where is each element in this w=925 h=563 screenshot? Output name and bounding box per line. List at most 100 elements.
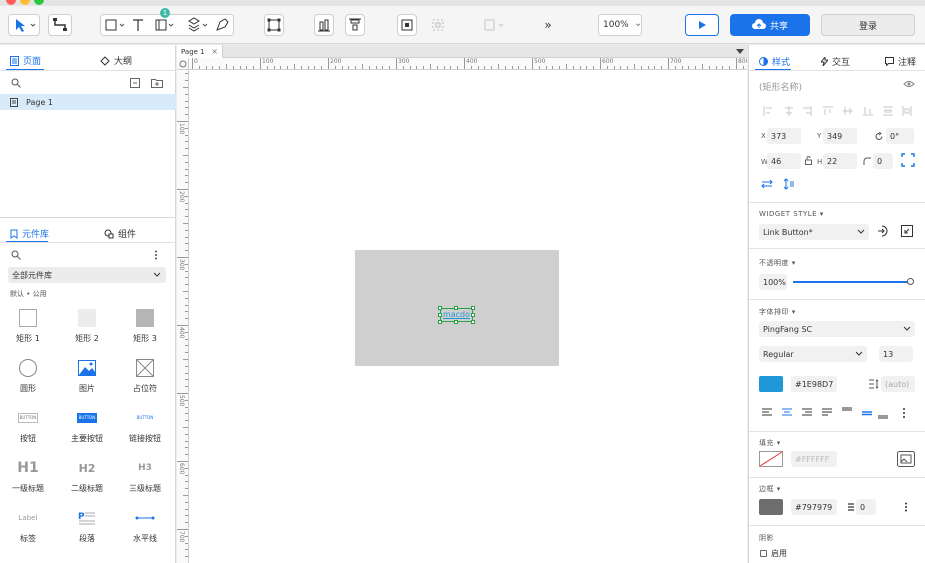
resize-handle[interactable] xyxy=(438,320,442,324)
widget-heading-3[interactable]: H3 三级标题 xyxy=(121,457,169,494)
close-window-icon[interactable] xyxy=(6,0,16,5)
fit-content-icon[interactable] xyxy=(901,153,915,167)
fill-image-icon[interactable] xyxy=(897,451,915,467)
points-tool-button[interactable] xyxy=(264,14,284,36)
corner-radius-input[interactable]: 0 xyxy=(873,153,893,169)
select-tool-button[interactable] xyxy=(8,14,40,36)
resize-handle[interactable] xyxy=(454,320,458,324)
tab-outline[interactable]: 大纲 xyxy=(100,54,132,67)
opacity-slider-thumb[interactable] xyxy=(907,278,914,285)
insert-tools-icons[interactable] xyxy=(101,15,235,35)
selected-link-button[interactable]: macdo xyxy=(438,306,475,324)
add-page-icon[interactable] xyxy=(130,78,140,88)
tab-style[interactable]: 样式 xyxy=(759,55,790,68)
zoom-select[interactable]: 100% xyxy=(598,14,642,36)
widget-paragraph[interactable]: P 段落 xyxy=(63,507,111,544)
text-color-input[interactable]: #1E98D7 xyxy=(791,376,837,392)
text-align-icons[interactable] xyxy=(761,407,911,419)
tab-notes[interactable]: 注释 xyxy=(885,55,916,68)
resize-handle[interactable] xyxy=(471,313,475,317)
widget-placeholder[interactable]: 占位符 xyxy=(121,357,169,394)
widget-button[interactable]: BUTTON 按钮 xyxy=(4,407,52,444)
ruler-corner[interactable] xyxy=(177,58,189,70)
notification-badge[interactable]: 1 xyxy=(160,8,170,18)
resize-handle[interactable] xyxy=(438,306,442,310)
add-folder-icon[interactable] xyxy=(151,78,163,88)
maximize-window-icon[interactable] xyxy=(34,0,44,5)
search-icon[interactable] xyxy=(11,78,21,88)
connector-tool-button[interactable] xyxy=(48,14,72,36)
widget-primary-button[interactable]: BUTTON 主要按钮 xyxy=(63,407,111,444)
widget-horizontal-line[interactable]: 水平线 xyxy=(121,507,169,544)
widget-circle[interactable]: 圆形 xyxy=(4,357,52,394)
tab-pages[interactable]: 页面 xyxy=(10,54,41,67)
minimize-window-icon[interactable] xyxy=(20,0,30,5)
widget-image[interactable]: 图片 xyxy=(63,357,111,394)
widget-style-select[interactable]: Link Button* xyxy=(759,224,869,240)
ruler-tick xyxy=(674,66,676,69)
widget-link-button[interactable]: BUTTON 链接按钮 xyxy=(121,407,169,444)
tab-components[interactable]: 组件 xyxy=(104,227,136,240)
font-family-select[interactable]: PingFang SC xyxy=(759,321,915,337)
lock-ratio-icon[interactable] xyxy=(805,156,812,165)
flip-horizontal-icon[interactable] xyxy=(761,179,773,189)
border-more-icon[interactable] xyxy=(904,502,908,512)
font-size-input[interactable]: 13 xyxy=(879,346,913,362)
resize-handle[interactable] xyxy=(454,306,458,310)
group-button[interactable] xyxy=(397,14,417,36)
more-vertical-icon[interactable] xyxy=(154,250,158,260)
ruler-tick xyxy=(450,66,452,69)
preview-button[interactable] xyxy=(685,14,719,36)
x-input[interactable]: 373 xyxy=(767,128,801,144)
border-color-swatch[interactable] xyxy=(759,499,783,515)
distribute-button[interactable] xyxy=(480,14,510,36)
shadow-checkbox[interactable] xyxy=(760,550,767,557)
style-icon xyxy=(759,57,768,66)
apply-style-icon[interactable] xyxy=(877,225,889,237)
shape-name-field[interactable]: (矩形名称) xyxy=(759,80,802,93)
resize-handle[interactable] xyxy=(438,313,442,317)
library-select[interactable]: 全部元件库 xyxy=(8,267,166,283)
tab-interactions[interactable]: 交互 xyxy=(821,55,850,68)
widget-rectangle-3[interactable]: 矩形 3 xyxy=(121,307,169,344)
close-tab-icon[interactable]: × xyxy=(211,47,218,56)
widget-heading-1[interactable]: H1 一级标题 xyxy=(4,457,52,494)
border-width-input[interactable]: 0 xyxy=(856,499,876,515)
resize-handle[interactable] xyxy=(471,320,475,324)
widget-label: 矩形 1 xyxy=(16,334,40,343)
ungroup-button[interactable] xyxy=(428,14,448,36)
widget-label-text[interactable]: Label 标签 xyxy=(4,507,52,544)
canvas-area[interactable]: Page 1 × 0 100 200 300 400 500 600 700 800 100 20… xyxy=(177,45,747,563)
line-height-input[interactable]: (auto) xyxy=(881,376,915,392)
align-top-button[interactable] xyxy=(345,14,365,36)
widget-rectangle-1[interactable]: 矩形 1 xyxy=(4,307,52,344)
alignment-icons[interactable] xyxy=(763,106,913,116)
rotation-input[interactable]: 0° xyxy=(886,128,914,144)
tab-library[interactable]: 元件库 xyxy=(10,227,49,240)
font-weight-select[interactable]: Regular xyxy=(759,346,867,362)
widget-rectangle-2[interactable]: 矩形 2 xyxy=(63,307,111,344)
height-input[interactable]: 22 xyxy=(823,153,857,169)
y-input[interactable]: 349 xyxy=(823,128,857,144)
resize-handle[interactable] xyxy=(471,306,475,310)
library-search-icon[interactable] xyxy=(11,250,21,260)
visibility-eye-icon[interactable] xyxy=(903,80,915,88)
flip-vertical-icon[interactable] xyxy=(783,178,795,190)
opacity-slider-track[interactable] xyxy=(793,281,911,283)
page-item[interactable]: Page 1 xyxy=(0,94,176,110)
login-button[interactable]: 登录 xyxy=(821,14,915,36)
align-bottom-button[interactable] xyxy=(314,14,334,36)
edit-style-icon[interactable] xyxy=(901,225,913,237)
page-tab[interactable]: Page 1 × xyxy=(177,45,223,58)
share-button[interactable]: 共享 xyxy=(730,14,810,36)
fill-color-swatch[interactable] xyxy=(759,451,783,467)
text-color-swatch[interactable] xyxy=(759,376,783,392)
opacity-input[interactable]: 100% xyxy=(759,274,787,290)
fill-color-input[interactable]: #FFFFFF xyxy=(791,451,837,467)
ruler-tick xyxy=(559,66,561,69)
tab-menu-icon[interactable] xyxy=(736,49,744,55)
more-tools-button[interactable]: » xyxy=(538,14,558,36)
widget-heading-2[interactable]: H2 二级标题 xyxy=(63,457,111,494)
width-input[interactable]: 46 xyxy=(767,153,801,169)
border-color-input[interactable]: #797979 xyxy=(791,499,837,515)
